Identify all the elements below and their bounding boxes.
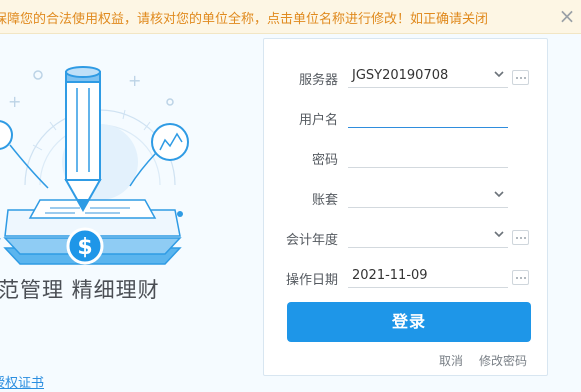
server-label: 服务器	[298, 73, 338, 88]
username-field[interactable]	[348, 104, 508, 128]
pencil-document-dollar-illustration: + + $	[0, 66, 189, 265]
chevron-down-icon	[494, 231, 504, 238]
account-set-select[interactable]	[348, 184, 508, 208]
chevron-down-icon	[494, 71, 504, 78]
change-password-link[interactable]: 修改密码	[479, 352, 527, 369]
fiscal-year-select[interactable]	[348, 224, 508, 248]
fiscal-year-more-button[interactable]	[512, 230, 529, 245]
chevron-down-icon	[494, 191, 504, 198]
password-input[interactable]	[348, 144, 508, 167]
server-value: JGSY20190708	[352, 68, 449, 83]
login-button[interactable]: 登录	[287, 302, 531, 342]
svg-text:+: +	[128, 71, 141, 90]
operation-date-value: 2021-11-09	[352, 268, 428, 283]
server-select[interactable]: JGSY20190708	[348, 64, 508, 88]
operation-date-label: 操作日期	[285, 273, 338, 288]
fiscal-year-label: 会计年度	[285, 233, 338, 248]
operation-date-field[interactable]: 2021-11-09	[348, 264, 508, 288]
operation-date-more-button[interactable]	[512, 270, 529, 285]
notice-bar: 保障您的合法使用权益，请核对您的单位全称，点击单位名称进行修改！如正确请关闭 ×	[0, 0, 581, 34]
close-icon[interactable]: ×	[555, 2, 579, 30]
account-set-label: 账套	[311, 193, 338, 208]
notice-text[interactable]: 保障您的合法使用权益，请核对您的单位全称，点击单位名称进行修改！如正确请关闭	[0, 8, 488, 27]
username-label: 用户名	[298, 113, 338, 128]
password-label: 密码	[311, 153, 338, 168]
svg-text:$: $	[77, 235, 92, 260]
slogan: 范管理 精细理财	[0, 278, 160, 302]
login-panel: 服务器 JGSY20190708 用户名 密码 账套 会计年度 操作日期 202…	[263, 38, 548, 376]
server-more-button[interactable]	[512, 70, 529, 85]
password-field[interactable]	[348, 144, 508, 168]
username-input[interactable]	[348, 104, 508, 127]
svg-text:+: +	[8, 92, 21, 111]
license-certificate-link[interactable]: 授权证书	[0, 372, 44, 391]
cancel-link[interactable]: 取消	[439, 352, 463, 369]
